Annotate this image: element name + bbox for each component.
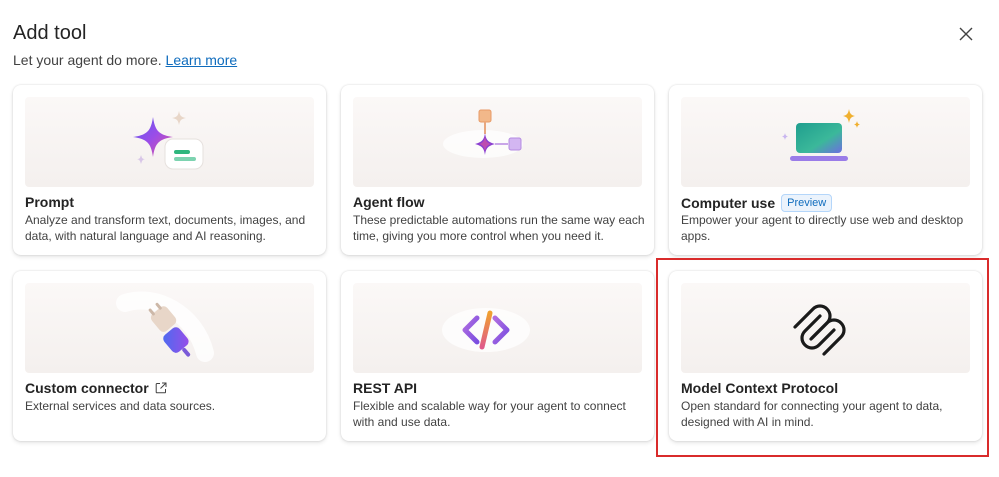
add-tool-dialog: Add tool Let your agent do more. Learn m…: [0, 0, 999, 477]
card-illustration: [353, 283, 642, 373]
card-description: Open standard for connecting your agent …: [681, 399, 943, 429]
card-title-text: Model Context Protocol: [681, 380, 839, 396]
card-title: Prompt: [25, 194, 74, 210]
learn-more-link[interactable]: Learn more: [166, 52, 238, 68]
tool-card-agent-flow[interactable]: Agent flow These predictable automations…: [341, 85, 654, 255]
card-title: Custom connector: [25, 380, 167, 396]
tool-card-custom-connector[interactable]: Custom connector External services and d…: [13, 271, 326, 441]
tool-card-computer-use[interactable]: Computer use Preview Empower your agent …: [669, 85, 982, 255]
flow-icon: [443, 109, 523, 158]
card-description: Analyze and transform text, documents, i…: [25, 213, 306, 243]
card-title-text: Custom connector: [25, 380, 149, 396]
tool-card-prompt[interactable]: Prompt Analyze and transform text, docum…: [13, 85, 326, 255]
card-title: Computer use Preview: [681, 194, 833, 212]
card-title-text: Computer use: [681, 195, 776, 211]
card-illustration: [25, 283, 314, 373]
card-illustration: [25, 97, 314, 187]
card-title-text: Agent flow: [353, 194, 425, 210]
code-icon: [442, 308, 530, 352]
card-illustration: [353, 97, 642, 187]
card-title-text: Prompt: [25, 194, 74, 210]
mcp-icon: [793, 304, 846, 356]
card-title: Agent flow: [353, 194, 425, 210]
card-description: External services and data sources.: [25, 399, 216, 413]
tool-card-model-context-protocol[interactable]: Model Context Protocol Open standard for…: [669, 271, 982, 441]
card-description: These predictable automations run the sa…: [353, 213, 645, 243]
open-external-icon: [155, 382, 167, 394]
dialog-title: Add tool: [13, 22, 87, 44]
subtitle-text: Let your agent do more.: [13, 52, 162, 68]
close-icon: [959, 27, 973, 41]
dialog-subtitle: Let your agent do more. Learn more: [13, 52, 237, 68]
close-button[interactable]: [953, 21, 979, 47]
computer-icon: [782, 109, 860, 161]
sparkle-prompt-icon: [133, 111, 204, 170]
card-description: Empower your agent to directly use web a…: [681, 213, 964, 243]
preview-badge: Preview: [781, 194, 833, 212]
card-illustration: [681, 97, 970, 187]
card-illustration: [681, 283, 970, 373]
card-title: Model Context Protocol: [681, 380, 838, 396]
plug-icon: [116, 291, 214, 362]
card-description: Flexible and scalable way for your agent…: [353, 399, 626, 429]
card-title: REST API: [353, 380, 417, 396]
card-title-text: REST API: [353, 380, 418, 396]
tool-card-rest-api[interactable]: REST API Flexible and scalable way for y…: [341, 271, 654, 441]
